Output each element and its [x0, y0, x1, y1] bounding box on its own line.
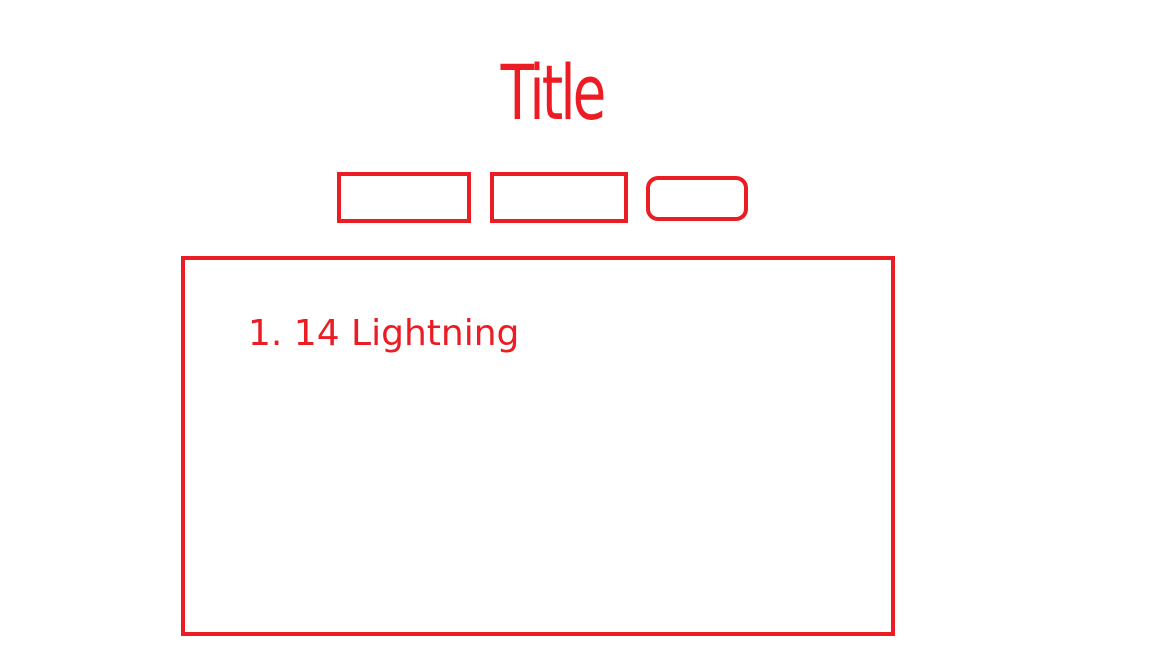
toolbar-button-3[interactable]	[646, 176, 748, 221]
page-title: Title	[500, 48, 607, 137]
list-item[interactable]: 1. 14 Lightning	[248, 312, 519, 356]
toolbar-button-1[interactable]	[337, 172, 471, 223]
toolbar-button-2[interactable]	[490, 172, 628, 223]
